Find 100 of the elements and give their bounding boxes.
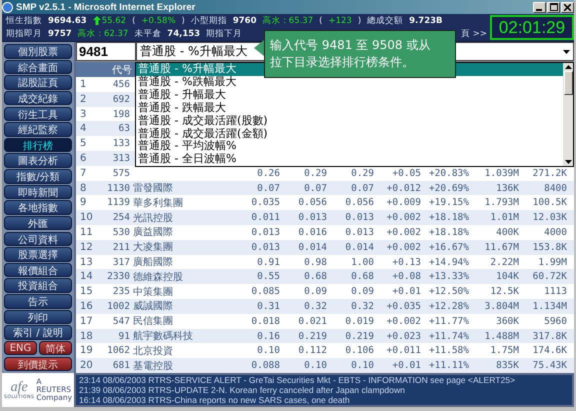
value-cell-text: 0.013 xyxy=(297,212,327,224)
value-cell-text: 0.021 xyxy=(297,316,327,327)
value-cell-text: +16.67% xyxy=(428,242,469,253)
rank-cell-text: 12 xyxy=(79,242,94,253)
value-cell-text: 0.32 xyxy=(303,300,327,312)
value-cell-text: 1.01M xyxy=(489,212,519,224)
value-cell-text: 0.68 xyxy=(350,271,374,282)
name-cell: 北京投資 xyxy=(133,346,173,357)
value-cell-text: 0.07 xyxy=(303,182,327,194)
value-cell-text: +0.009 xyxy=(386,197,421,208)
code-cell-text: 198 xyxy=(112,108,130,120)
value-cell-text: 1.793M xyxy=(484,197,519,208)
value-cell-text: 0.112 xyxy=(297,345,327,356)
ticker-text: 9760 xyxy=(232,16,257,26)
code-cell-text: 575 xyxy=(112,168,130,179)
code-cell-text: 1002 xyxy=(106,300,130,312)
value-cell-text: 0.98 xyxy=(303,256,327,268)
code-cell-text: 317 xyxy=(112,256,130,268)
value-cell-text: 0.035 xyxy=(250,197,280,208)
value-cell-text: 0.014 xyxy=(297,242,327,253)
value-cell-text: 0.68 xyxy=(303,271,327,282)
ticker-text: ) xyxy=(358,16,362,26)
name-cell: 大凌集團 xyxy=(133,242,173,254)
value-cell-text: 0.018 xyxy=(250,316,280,327)
value-cell-text: 1.134M xyxy=(532,300,567,312)
value-cell-text: 835K xyxy=(495,360,519,372)
value-cell-text: +14.94% xyxy=(428,256,469,268)
rank-cell-text: 6 xyxy=(79,152,88,164)
ticker-text: 9.723B xyxy=(409,16,443,26)
value-cell-text: 0.085 xyxy=(250,286,280,298)
value-cell-text: 136K xyxy=(495,182,519,194)
value-cell-text: 174.6K xyxy=(532,345,567,356)
code-cell-text: 235 xyxy=(112,286,130,298)
value-cell-text: 1.00 xyxy=(350,256,374,268)
value-cell-text: 5960 xyxy=(543,316,567,327)
rank-cell-text: 1 xyxy=(79,78,88,90)
value-cell-text: +0.01 xyxy=(391,360,421,372)
value-cell-text: 0.014 xyxy=(344,242,374,253)
code-cell-text: 547 xyxy=(112,316,130,327)
value-cell-text: 0.29 xyxy=(350,168,374,179)
rank-cell-text: 19 xyxy=(79,345,94,356)
value-cell-text: 0.106 xyxy=(344,345,374,356)
tooltip-text: 输入代号 9481 至 9508 或从 xyxy=(270,37,430,54)
rank-cell-text: 10 xyxy=(79,212,94,224)
code-cell-text: 1130 xyxy=(106,182,130,194)
value-cell-text: 0.011 xyxy=(250,212,280,224)
value-cell-text: +18.18% xyxy=(428,226,469,238)
ticker-text: ( xyxy=(319,16,322,26)
value-cell-text: 0.32 xyxy=(350,300,374,312)
value-cell-text: +0.035 xyxy=(386,300,421,312)
value-cell-text: +18.18% xyxy=(428,212,469,224)
ticker-text: 未平倉 xyxy=(134,28,162,40)
value-cell-text: 0.013 xyxy=(344,212,374,224)
value-cell-text: 104K xyxy=(495,271,519,282)
value-cell-text: +13.33% xyxy=(428,271,469,282)
value-cell-text: +11.11% xyxy=(428,360,469,372)
value-cell-text: +0.011 xyxy=(386,345,421,356)
name-cell: 民信集團 xyxy=(133,316,173,328)
value-cell-text: 0.10 xyxy=(256,345,280,356)
value-cell-text: 0.55 xyxy=(256,271,280,282)
name-cell: 威誠國際 xyxy=(133,301,173,312)
code-cell-text: 1139 xyxy=(106,197,130,208)
value-cell-text: +20.83% xyxy=(428,168,469,179)
code-cell-text: 692 xyxy=(112,94,130,105)
ticker-text: 55.62 xyxy=(102,16,126,26)
rank-cell-text: 7 xyxy=(79,168,88,179)
rank-cell-text: 11 xyxy=(79,226,94,238)
ticker-text: 頁 >> xyxy=(461,28,487,40)
value-cell-text: +20.69% xyxy=(428,182,469,194)
ticker-text: ) xyxy=(182,16,185,26)
name-cell: 中策集團 xyxy=(133,286,173,298)
value-cell-text: 271.2K xyxy=(532,168,567,179)
value-cell-text: 0.09 xyxy=(303,286,327,298)
code-cell-text: 211 xyxy=(112,242,130,253)
value-cell-text: 60.72K xyxy=(532,271,567,282)
rank-cell-text: 2 xyxy=(79,94,88,105)
value-cell-text: 2.22M xyxy=(489,256,519,268)
code-cell-text: 254 xyxy=(112,212,130,224)
rank-cell-text: 15 xyxy=(79,286,94,298)
name-cell: 廣船國際 xyxy=(133,257,173,268)
value-cell-text: 0.016 xyxy=(297,226,327,238)
value-cell-text: +0.002 xyxy=(386,242,421,253)
rank-cell-text: 8 xyxy=(79,182,88,194)
code-cell-text: 2330 xyxy=(106,271,130,282)
value-cell-text: +19.15% xyxy=(428,197,469,208)
value-cell-text: +11.77% xyxy=(428,316,469,327)
value-cell-text: 11.67M xyxy=(484,242,519,253)
value-cell-text: +0.01 xyxy=(391,286,421,298)
value-cell-text: 0.91 xyxy=(256,256,280,268)
value-cell-text: 0.10 xyxy=(350,360,374,372)
value-cell-text: 0.056 xyxy=(344,197,374,208)
rank-cell-text: 14 xyxy=(79,271,94,282)
name-cell: 光訊控股 xyxy=(133,212,173,224)
ticker-text: 9757 xyxy=(48,29,72,40)
ticker-text: ( xyxy=(132,16,136,26)
value-cell-text: +0.002 xyxy=(386,226,421,238)
value-cell-text: +0.08 xyxy=(391,271,421,282)
value-cell-text: 153.8K xyxy=(532,242,567,253)
value-cell-text: 12.5K xyxy=(489,286,519,298)
name-cell: 德維森控股 xyxy=(133,272,183,283)
